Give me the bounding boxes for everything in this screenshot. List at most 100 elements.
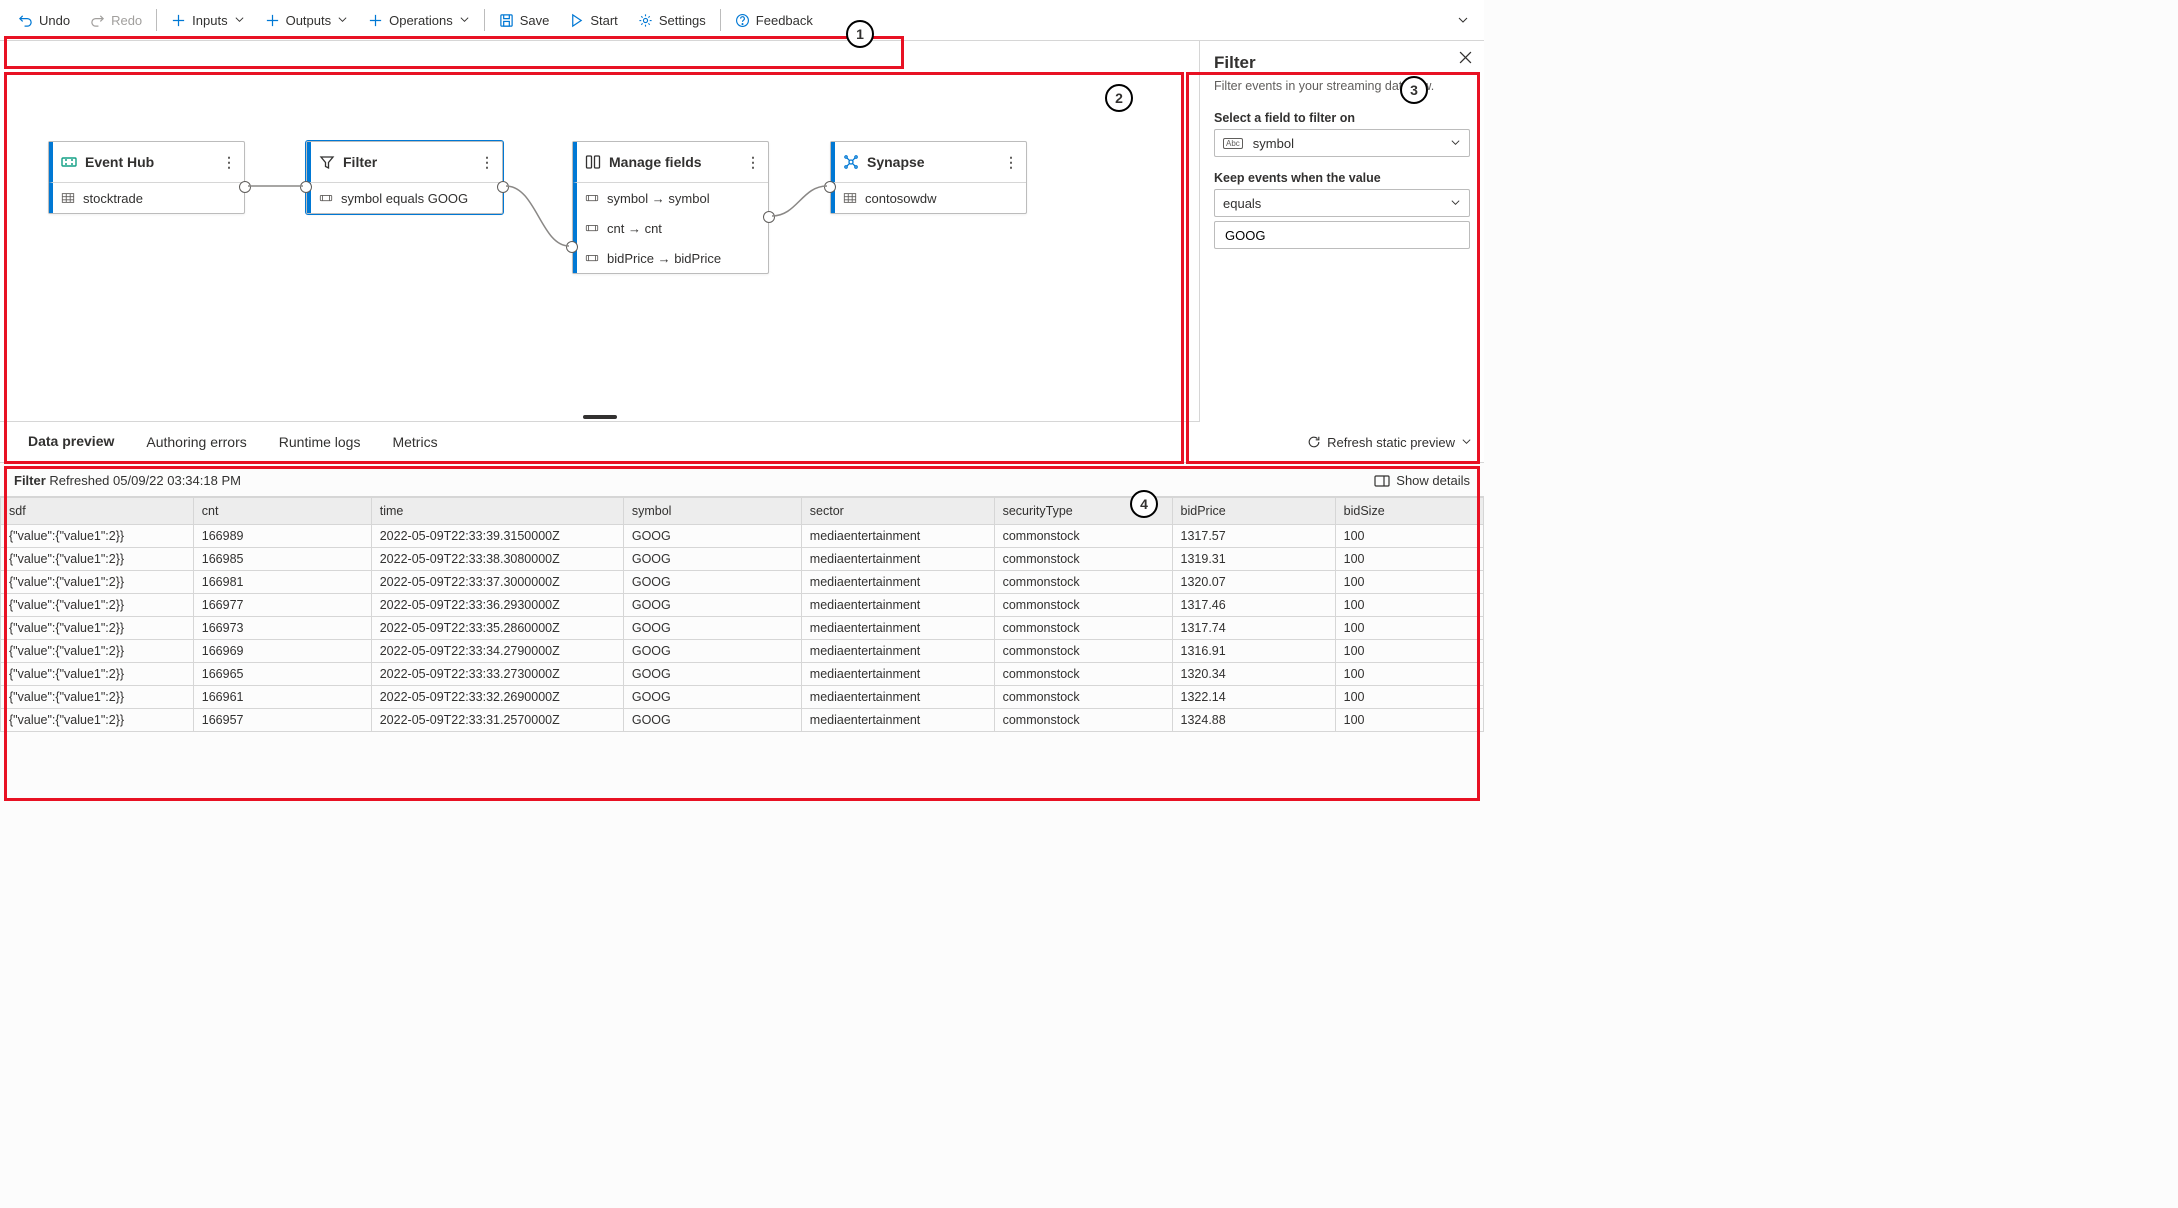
show-details-button[interactable]: Show details <box>1374 473 1470 488</box>
settings-label: Settings <box>659 13 706 28</box>
column-header[interactable]: sector <box>801 498 994 525</box>
bottom-tabs: Data preview Authoring errors Runtime lo… <box>0 422 1484 463</box>
operations-button[interactable]: Operations <box>358 3 480 37</box>
inputs-label: Inputs <box>192 13 227 28</box>
table-cell: 2022-05-09T22:33:36.2930000Z <box>371 594 623 617</box>
kebab-icon[interactable]: ⋮ <box>746 154 760 171</box>
table-cell: GOOG <box>623 640 801 663</box>
table-cell: mediaentertainment <box>801 709 994 732</box>
undo-button[interactable]: Undo <box>8 3 80 37</box>
undo-icon <box>18 13 33 28</box>
table-cell: {"value":{"value1":2}} <box>1 663 194 686</box>
column-header[interactable]: sdf <box>1 498 194 525</box>
table-cell: 2022-05-09T22:33:33.2730000Z <box>371 663 623 686</box>
tab-data-preview[interactable]: Data preview <box>12 421 130 464</box>
table-cell: 2022-05-09T22:33:31.2570000Z <box>371 709 623 732</box>
redo-icon <box>90 13 105 28</box>
table-row[interactable]: {"value":{"value1":2}}1669652022-05-09T2… <box>1 663 1484 686</box>
connection-wire <box>248 181 348 241</box>
filter-config-panel: Filter Filter events in your streaming d… <box>1199 41 1484 422</box>
table-row[interactable]: {"value":{"value1":2}}1669612022-05-09T2… <box>1 686 1484 709</box>
column-header[interactable]: securityType <box>994 498 1172 525</box>
connection-wire <box>772 181 872 241</box>
preview-header: Filter Refreshed 05/09/22 03:34:18 PM Sh… <box>0 463 1484 496</box>
table-cell: GOOG <box>623 571 801 594</box>
tab-authoring-errors[interactable]: Authoring errors <box>130 422 262 462</box>
table-row[interactable]: {"value":{"value1":2}}1669772022-05-09T2… <box>1 594 1484 617</box>
fields-icon <box>585 154 601 170</box>
column-header[interactable]: symbol <box>623 498 801 525</box>
table-row[interactable]: {"value":{"value1":2}}1669812022-05-09T2… <box>1 571 1484 594</box>
table-cell: 166985 <box>193 548 371 571</box>
condition-select[interactable]: equals <box>1214 189 1470 217</box>
table-cell: commonstock <box>994 709 1172 732</box>
refresh-preview-button[interactable]: Refresh static preview <box>1307 435 1472 450</box>
table-row[interactable]: {"value":{"value1":2}}1669692022-05-09T2… <box>1 640 1484 663</box>
condition-label: Keep events when the value <box>1214 171 1470 185</box>
chevron-down-icon <box>1450 196 1461 211</box>
table-cell: 2022-05-09T22:33:34.2790000Z <box>371 640 623 663</box>
table-cell: 100 <box>1335 640 1483 663</box>
table-cell: mediaentertainment <box>801 640 994 663</box>
table-cell: 166961 <box>193 686 371 709</box>
redo-button[interactable]: Redo <box>80 3 152 37</box>
column-header[interactable]: bidSize <box>1335 498 1483 525</box>
settings-button[interactable]: Settings <box>628 3 716 37</box>
feedback-button[interactable]: Feedback <box>725 3 823 37</box>
table-cell: commonstock <box>994 571 1172 594</box>
kebab-icon[interactable]: ⋮ <box>222 154 236 171</box>
table-cell: commonstock <box>994 548 1172 571</box>
node-title: Filter <box>343 154 377 170</box>
table-cell: {"value":{"value1":2}} <box>1 640 194 663</box>
table-row[interactable]: {"value":{"value1":2}}1669852022-05-09T2… <box>1 548 1484 571</box>
preview-refreshed: Refreshed 05/09/22 03:34:18 PM <box>49 473 241 488</box>
table-cell: GOOG <box>623 617 801 640</box>
start-button[interactable]: Start <box>559 3 627 37</box>
undo-label: Undo <box>39 13 70 28</box>
inputs-button[interactable]: Inputs <box>161 3 254 37</box>
table-row[interactable]: {"value":{"value1":2}}1669892022-05-09T2… <box>1 525 1484 548</box>
table-cell: 166969 <box>193 640 371 663</box>
table-cell: 1317.46 <box>1172 594 1335 617</box>
refresh-label: Refresh static preview <box>1327 435 1455 450</box>
save-button[interactable]: Save <box>489 3 560 37</box>
table-cell: 2022-05-09T22:33:37.3000000Z <box>371 571 623 594</box>
data-preview-grid[interactable]: sdfcnttimesymbolsectorsecurityTypebidPri… <box>0 496 1484 732</box>
table-cell: commonstock <box>994 594 1172 617</box>
separator <box>484 9 485 31</box>
column-header[interactable]: cnt <box>193 498 371 525</box>
chevron-down-icon <box>234 13 245 28</box>
table-cell: GOOG <box>623 709 801 732</box>
table-cell: GOOG <box>623 525 801 548</box>
play-icon <box>569 13 584 28</box>
table-cell: 1319.31 <box>1172 548 1335 571</box>
column-header[interactable]: bidPrice <box>1172 498 1335 525</box>
column-header[interactable]: time <box>371 498 623 525</box>
table-row[interactable]: {"value":{"value1":2}}1669732022-05-09T2… <box>1 617 1484 640</box>
table-cell: GOOG <box>623 594 801 617</box>
separator <box>720 9 721 31</box>
table-cell: 100 <box>1335 548 1483 571</box>
node-event-hub[interactable]: Event Hub ⋮ stocktrade <box>48 141 245 214</box>
table-cell: 100 <box>1335 594 1483 617</box>
resize-handle[interactable] <box>583 415 617 419</box>
kebab-icon[interactable]: ⋮ <box>1004 154 1018 171</box>
plus-icon <box>171 13 186 28</box>
filter-value-text[interactable] <box>1223 227 1461 244</box>
tab-metrics[interactable]: Metrics <box>376 422 453 462</box>
tab-runtime-logs[interactable]: Runtime logs <box>263 422 377 462</box>
table-cell: 1320.34 <box>1172 663 1335 686</box>
diagram-canvas[interactable]: Event Hub ⋮ stocktrade Filter ⋮ sy <box>0 41 1199 422</box>
tab-label: Data preview <box>28 433 114 449</box>
field-select[interactable]: Abcsymbol <box>1214 129 1470 157</box>
plus-icon <box>368 13 383 28</box>
table-cell: 100 <box>1335 571 1483 594</box>
table-cell: GOOG <box>623 663 801 686</box>
outputs-button[interactable]: Outputs <box>255 3 359 37</box>
table-row[interactable]: {"value":{"value1":2}}1669572022-05-09T2… <box>1 709 1484 732</box>
kebab-icon[interactable]: ⋮ <box>480 154 494 171</box>
close-button[interactable] <box>1459 51 1472 67</box>
toolbar-chevron[interactable] <box>1456 14 1476 26</box>
filter-value-input[interactable] <box>1214 221 1470 249</box>
table-cell: {"value":{"value1":2}} <box>1 617 194 640</box>
